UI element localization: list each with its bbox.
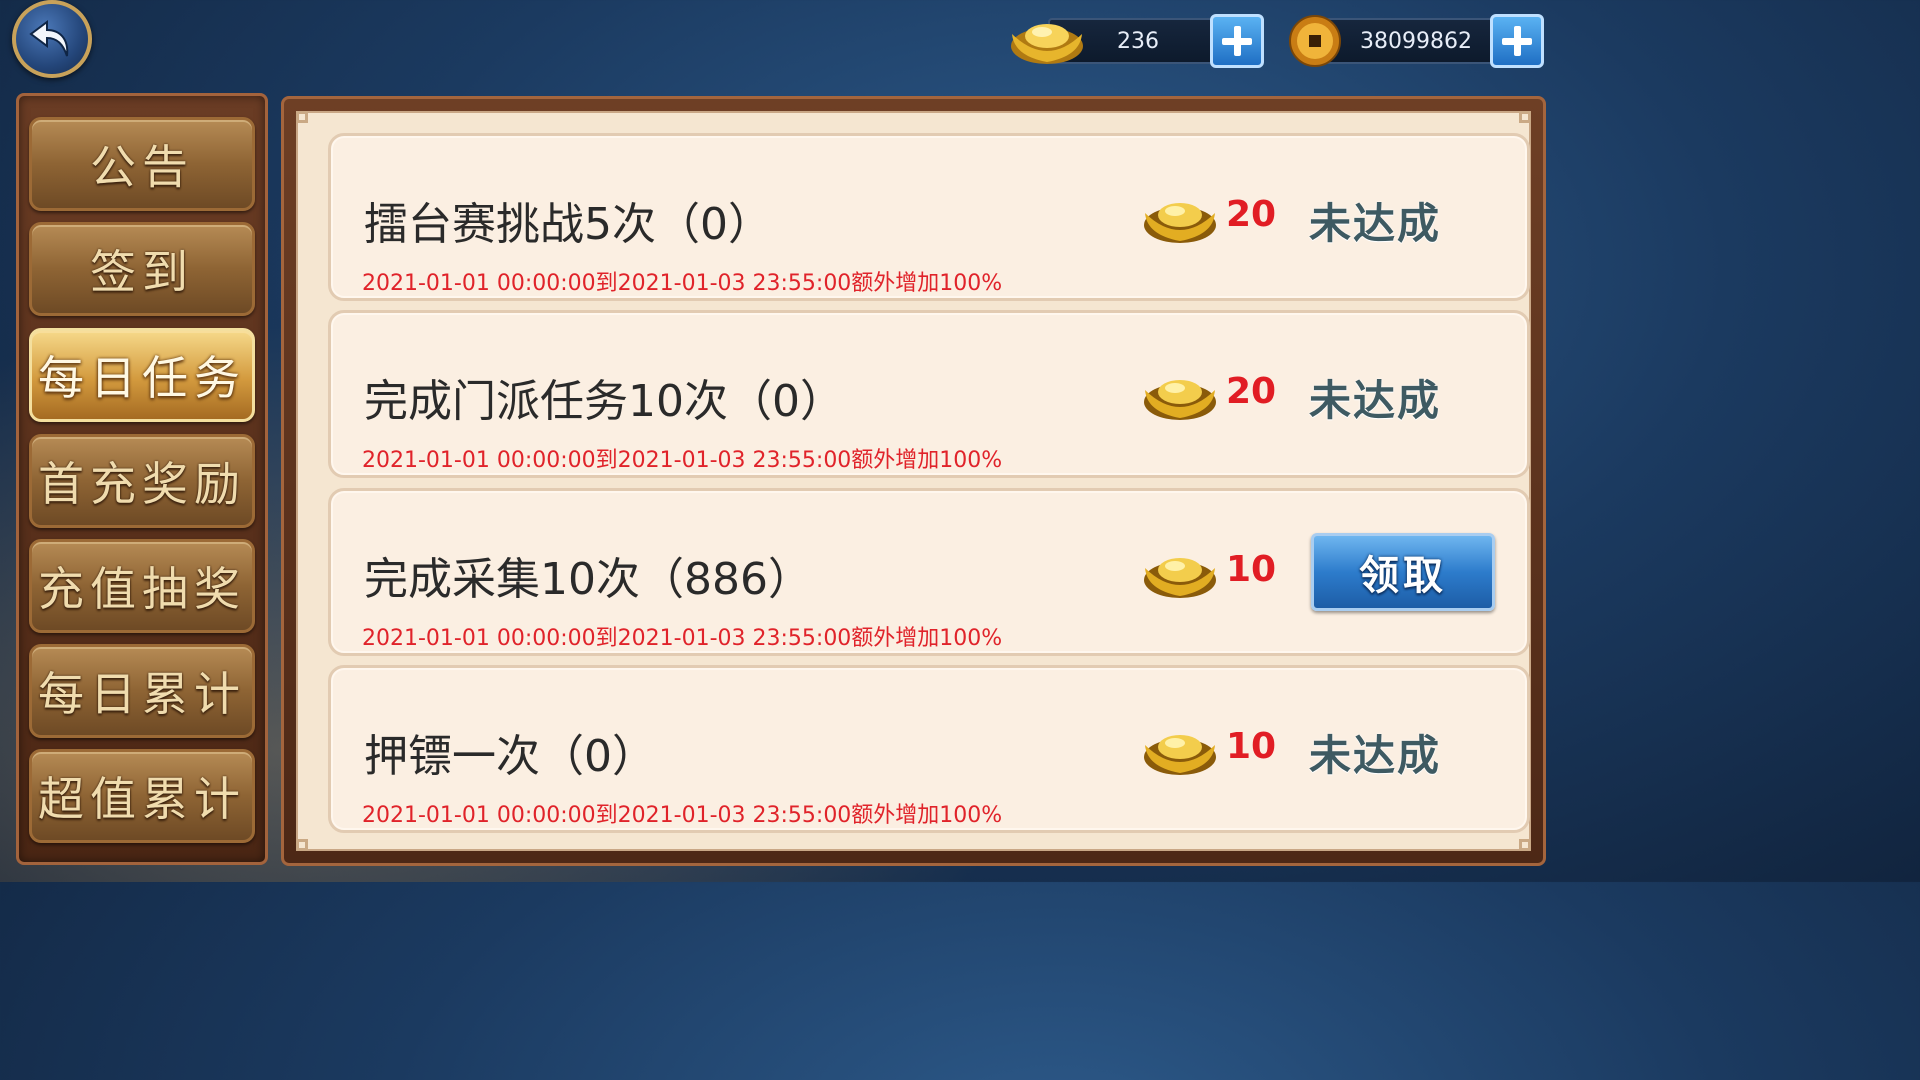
add-coin-button[interactable] xyxy=(1490,14,1544,68)
back-button[interactable] xyxy=(12,0,92,78)
sidebar: 公告 签到 每日任务 首充奖励 充值抽奖 每日累计 超值累计 xyxy=(16,93,268,865)
status-not-achieved: 未达成 xyxy=(1309,376,1442,425)
task-title: 押镖一次（0） xyxy=(364,731,656,782)
tab-daily-tasks[interactable]: 每日任务 xyxy=(29,328,255,422)
tab-announcement[interactable]: 公告 xyxy=(29,117,255,211)
claim-button[interactable]: 领取 xyxy=(1311,533,1495,611)
coin-count: 38099862 xyxy=(1324,18,1508,64)
tab-recharge-lottery[interactable]: 充值抽奖 xyxy=(29,539,255,633)
tab-daily-cumulative[interactable]: 每日累计 xyxy=(29,644,255,738)
corner-ornament xyxy=(296,111,308,123)
plus-icon xyxy=(1502,26,1532,56)
task-time: 2021-01-01 00:00:00到2021-01-03 23:55:00额… xyxy=(362,803,1003,828)
ingot-currency: 236 xyxy=(1008,12,1268,68)
reward-amount: 20 xyxy=(1226,371,1277,412)
plus-icon xyxy=(1222,26,1252,56)
tab-sign-in[interactable]: 签到 xyxy=(29,222,255,316)
task-time: 2021-01-01 00:00:00到2021-01-03 23:55:00额… xyxy=(362,626,1003,651)
corner-ornament xyxy=(1519,111,1531,123)
back-arrow-icon xyxy=(29,20,69,57)
coin-currency: 38099862 xyxy=(1288,12,1548,68)
task-title: 擂台赛挑战5次（0） xyxy=(364,199,772,250)
reward-amount: 10 xyxy=(1226,549,1277,590)
task-time: 2021-01-01 00:00:00到2021-01-03 23:55:00额… xyxy=(362,448,1003,473)
task-panel: 擂台赛挑战5次（0） 2021-01-01 00:00:00到2021-01-0… xyxy=(281,96,1546,866)
task-row: 完成采集10次（886） 2021-01-01 00:00:00到2021-01… xyxy=(328,488,1530,656)
corner-ornament xyxy=(1519,839,1531,851)
gold-ingot-icon xyxy=(1144,203,1216,243)
task-row: 押镖一次（0） 2021-01-01 00:00:00到2021-01-03 2… xyxy=(328,665,1530,833)
task-row: 擂台赛挑战5次（0） 2021-01-01 00:00:00到2021-01-0… xyxy=(328,133,1530,301)
reward-amount: 20 xyxy=(1226,194,1277,235)
task-list: 擂台赛挑战5次（0） 2021-01-01 00:00:00到2021-01-0… xyxy=(296,111,1531,851)
gold-ingot-icon xyxy=(1144,558,1216,598)
reward-amount: 10 xyxy=(1226,726,1277,767)
tab-first-recharge[interactable]: 首充奖励 xyxy=(29,434,255,528)
task-title: 完成采集10次（886） xyxy=(364,554,812,605)
task-time: 2021-01-01 00:00:00到2021-01-03 23:55:00额… xyxy=(362,271,1003,296)
task-title: 完成门派任务10次（0） xyxy=(364,376,844,427)
add-ingot-button[interactable] xyxy=(1210,14,1264,68)
status-not-achieved: 未达成 xyxy=(1309,731,1442,780)
corner-ornament xyxy=(296,839,308,851)
tab-super-cumulative[interactable]: 超值累计 xyxy=(29,749,255,843)
copper-coin-icon xyxy=(1289,15,1341,67)
gold-ingot-icon xyxy=(1011,24,1083,64)
task-row: 完成门派任务10次（0） 2021-01-01 00:00:00到2021-01… xyxy=(328,310,1530,478)
gold-ingot-icon xyxy=(1144,735,1216,775)
status-not-achieved: 未达成 xyxy=(1309,199,1442,248)
gold-ingot-icon xyxy=(1144,380,1216,420)
